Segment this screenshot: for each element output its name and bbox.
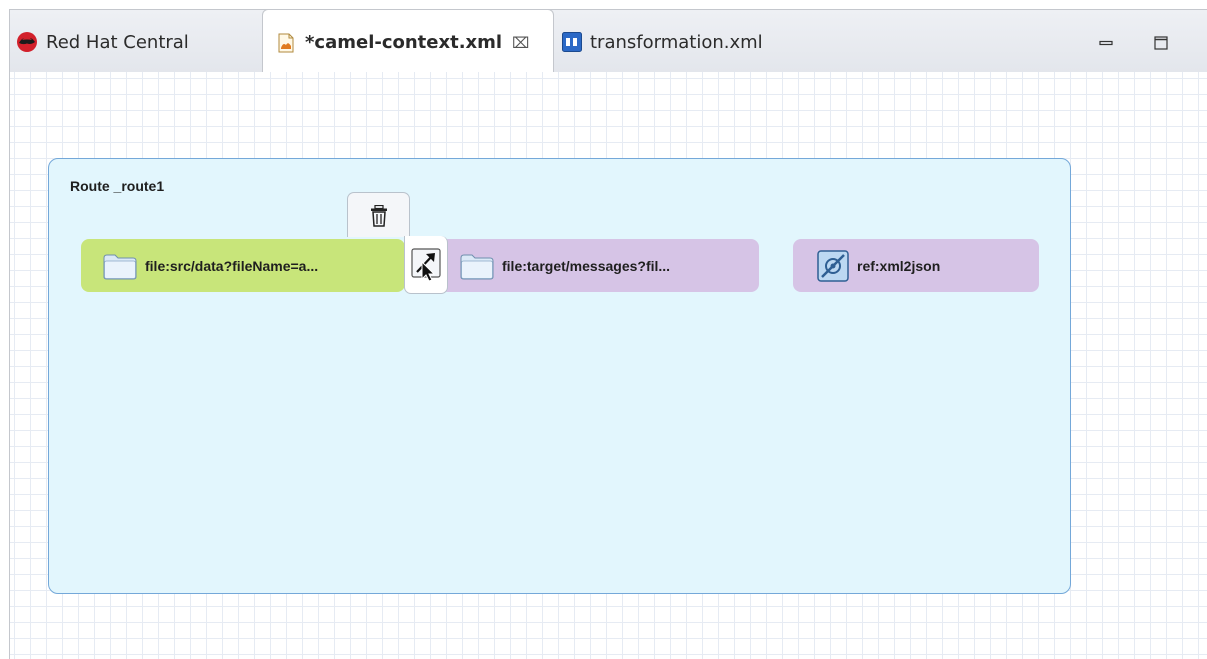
delete-button[interactable]	[347, 192, 410, 237]
tab-camel-context[interactable]: *camel-context.xml ⌧	[262, 9, 554, 75]
endpoint-icon	[817, 249, 849, 282]
tab-red-hat-central[interactable]: Red Hat Central	[16, 10, 252, 74]
camel-xml-icon	[277, 33, 295, 53]
editor-window: Red Hat Central *camel-context.xml ⌧ tra…	[0, 0, 1207, 659]
node-label: file:src/data?fileName=a...	[145, 257, 319, 274]
minimize-icon	[1098, 35, 1114, 51]
route-node-from-file[interactable]: file:src/data?fileName=a...	[81, 239, 405, 292]
folder-icon	[460, 252, 494, 280]
close-icon[interactable]: ⌧	[512, 34, 529, 52]
maximize-icon	[1153, 35, 1169, 51]
diagram-canvas[interactable]: Route _route1 file:src/data?fileName=a..…	[9, 72, 1207, 659]
folder-icon	[103, 252, 137, 280]
route-container[interactable]: Route _route1	[48, 158, 1071, 594]
transformation-icon	[562, 32, 582, 52]
route-node-ref-xml2json[interactable]: ref:xml2json	[793, 239, 1039, 292]
tab-transformation[interactable]: transformation.xml	[562, 10, 812, 74]
node-label: file:target/messages?fil...	[502, 257, 671, 274]
minimize-button[interactable]	[1095, 32, 1117, 54]
node-label: ref:xml2json	[857, 257, 941, 274]
create-connection-icon	[411, 248, 441, 282]
maximize-button[interactable]	[1150, 32, 1172, 54]
tab-label: *camel-context.xml	[305, 32, 503, 53]
editor-tab-bar: Red Hat Central *camel-context.xml ⌧ tra…	[9, 9, 1207, 75]
redhat-icon	[16, 31, 38, 53]
trash-icon	[370, 205, 388, 227]
create-connection-button[interactable]	[404, 236, 448, 294]
tab-label: transformation.xml	[590, 31, 763, 53]
route-node-to-file[interactable]: file:target/messages?fil...	[440, 239, 759, 292]
route-title: Route _route1	[70, 178, 165, 194]
tab-label: Red Hat Central	[46, 31, 189, 53]
